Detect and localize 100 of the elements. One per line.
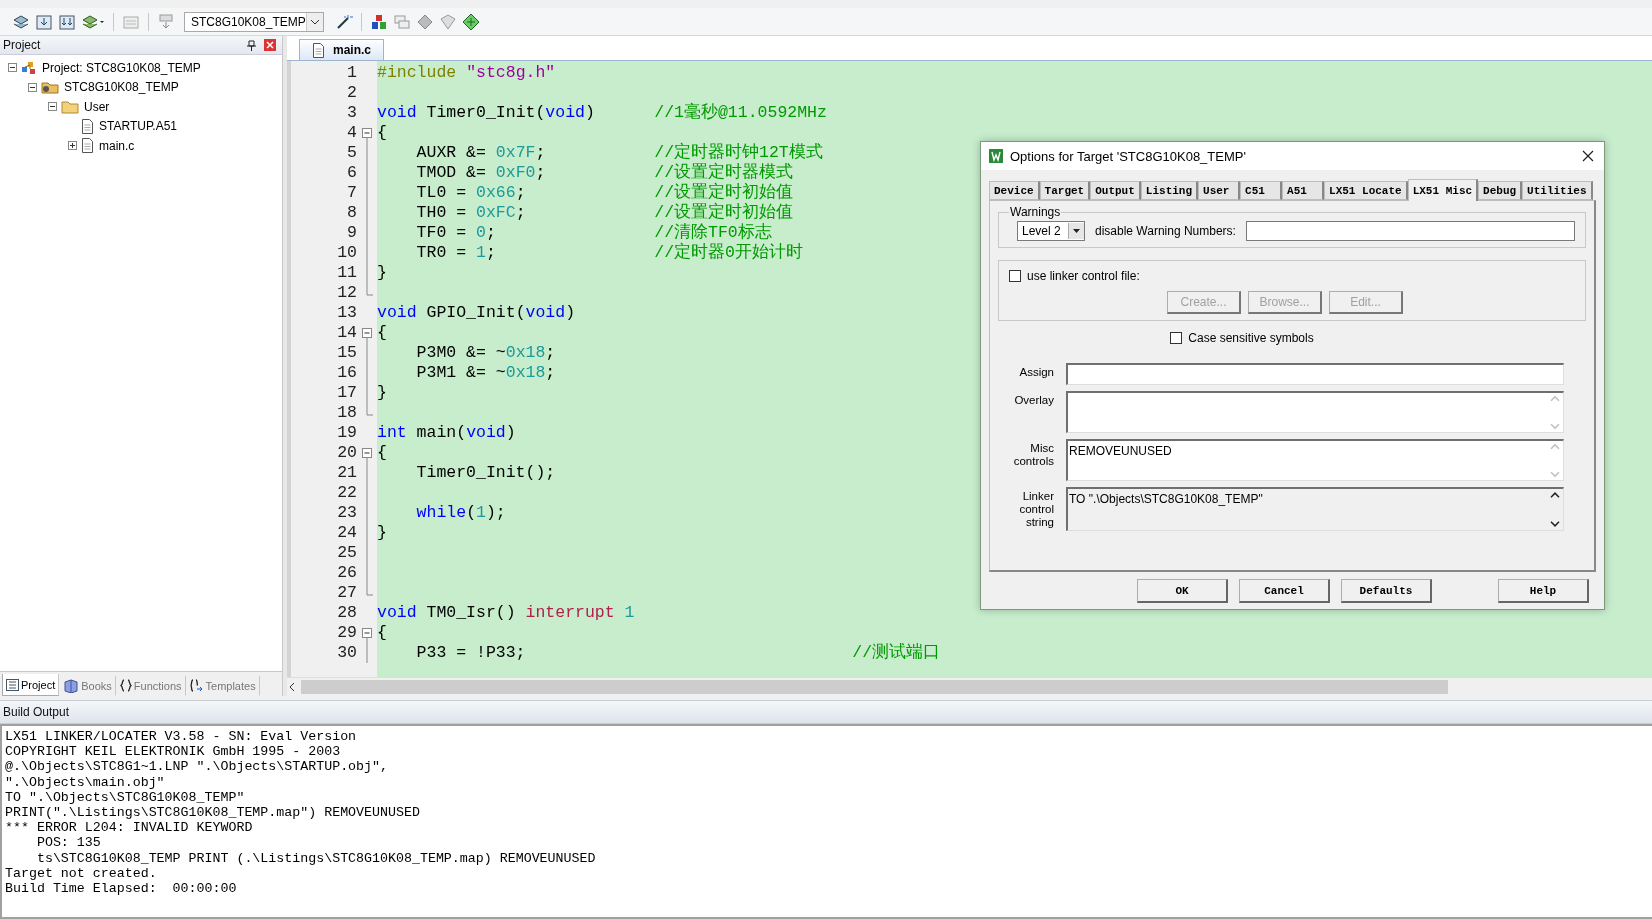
dialog-button[interactable]: Cancel [1239, 579, 1330, 603]
line-number: 16 [336, 363, 358, 383]
line-number: 4 [346, 123, 358, 143]
code-line: } [377, 523, 387, 543]
field-label: disable Warning Numbers: [1095, 224, 1236, 238]
dialog-tab[interactable]: Debug [1478, 181, 1523, 200]
dialog-tab[interactable]: A51 [1282, 181, 1325, 200]
line-number: 18 [336, 403, 358, 423]
list-icon [6, 678, 19, 691]
line-number: 15 [336, 343, 358, 363]
code-line: } [377, 263, 387, 283]
line-number: 5 [346, 143, 358, 163]
dialog-button[interactable]: Defaults [1341, 579, 1432, 603]
code-line: TH0 = 0xFC; //设置定时初始值 [415, 203, 794, 223]
code-line: TMOD &= 0xF0; //设置定时器模式 [415, 163, 794, 182]
tree-item[interactable]: STARTUP.A51 [97, 118, 180, 135]
pin-icon[interactable] [247, 39, 256, 51]
line-number: 25 [336, 543, 358, 563]
level-select[interactable]: Level 2 [1017, 221, 1085, 241]
checkbox[interactable] [1009, 270, 1021, 282]
line-number: 14 [336, 323, 358, 343]
code-line: TF0 = 0; //清除TF0标志 [415, 223, 772, 242]
line-number: 7 [346, 183, 358, 203]
dialog-button[interactable]: OK [1137, 579, 1228, 603]
horizontal-scrollbar[interactable] [287, 677, 1652, 696]
line-number: 1 [346, 63, 358, 83]
dialog-tab[interactable]: Output [1090, 181, 1141, 200]
dialog-tab[interactable]: Target [1039, 181, 1091, 200]
panel-tab[interactable]: Functions [115, 676, 186, 696]
line-number: 6 [346, 163, 358, 183]
code-line: void TM0_Isr() interrupt 1 [377, 603, 635, 623]
collapse-icon[interactable] [27, 82, 37, 92]
collapse-icon[interactable] [47, 102, 57, 112]
panel-title: Build Output [3, 705, 70, 719]
text-area[interactable]: REMOVEUNUSED [1066, 439, 1564, 481]
file-tab[interactable]: main.c [299, 39, 384, 60]
text-area[interactable] [1066, 391, 1564, 433]
panel-tab[interactable]: Books [59, 676, 116, 696]
dialog-button[interactable]: Help [1498, 579, 1589, 603]
close-icon[interactable] [1582, 150, 1594, 162]
output-line: *** ERROR L204: INVALID KEYWORD [5, 820, 253, 836]
file-icon [81, 138, 94, 154]
output-line: COPYRIGHT KEIL ELEKTRONIK GmbH 1995 - 2003 [5, 744, 341, 760]
line-number: 28 [336, 603, 358, 623]
line-number: 12 [336, 283, 358, 303]
dialog-tab[interactable]: User [1198, 181, 1241, 200]
output-line: Target not created. [5, 865, 157, 882]
target-select[interactable]: STC8G10K08_TEMP [184, 11, 324, 32]
output-line: @.\Objects\STC8G1~1.LNP ".\Objects\STARTUP.obj", [5, 759, 388, 775]
output-line: TO ".\Objects\STC8G10K08_TEMP" [5, 789, 245, 805]
download-icon[interactable] [35, 12, 53, 31]
code-line: P33 = !P33; //测试端口 [415, 643, 941, 663]
line-number: 13 [336, 303, 358, 323]
group-label: Warnings [1009, 205, 1062, 219]
checkbox[interactable] [1170, 332, 1183, 344]
line-number: 29 [336, 623, 358, 643]
code-line: void GPIO_Init(void) [377, 303, 576, 323]
line-number: 20 [336, 443, 358, 463]
panel-tab[interactable]: Templates [185, 676, 260, 696]
dialog-tab[interactable]: C51 [1240, 181, 1283, 200]
code-line: #include "stc8g.h" [377, 63, 556, 83]
grid-icon[interactable] [462, 12, 480, 31]
panel-tab[interactable]: Project [2, 674, 60, 696]
line-number: 22 [336, 483, 358, 503]
line-number: 26 [336, 563, 358, 583]
dialog-tab[interactable]: Utilities [1522, 181, 1593, 200]
template-icon [189, 679, 204, 692]
expand-icon[interactable] [67, 141, 77, 151]
file-icon [312, 42, 325, 58]
code-line: { [377, 623, 387, 643]
line-number: 27 [336, 583, 358, 603]
code-line: TL0 = 0x66; //设置定时初始值 [415, 183, 794, 202]
download-icon[interactable] [58, 12, 76, 31]
code-line: TR0 = 1; //定时器0开始计时 [415, 243, 803, 263]
output-line: LX51 LINKER/LOCATER V3.58 - SN: Eval Version [5, 729, 357, 745]
collapse-icon[interactable] [7, 63, 17, 73]
text-area[interactable]: TO ".\Objects\STC8G10K08_TEMP" [1066, 487, 1564, 531]
diamond-icon[interactable] [416, 12, 434, 31]
code-line: int main(void) [377, 423, 516, 443]
blocks-icon[interactable] [370, 12, 388, 31]
tree-item[interactable]: main.c [97, 137, 137, 154]
wand-icon[interactable] [335, 12, 353, 31]
folder-icon [41, 80, 59, 95]
code-line: { [377, 443, 387, 463]
dialog-tab[interactable]: Device [989, 181, 1040, 200]
caret-icon [306, 12, 323, 31]
code-line: AUXR &= 0x7F; //定时器时钟12T模式 [415, 143, 823, 162]
dialog-tab[interactable]: Listing [1140, 181, 1199, 200]
line-number: 3 [346, 103, 358, 123]
line-number: 19 [336, 423, 358, 443]
line-number: 30 [336, 643, 358, 663]
tree-item[interactable]: STC8G10K08_TEMP [62, 79, 181, 96]
dialog-tab[interactable]: LX51 Misc [1407, 179, 1479, 201]
code-line: { [377, 323, 387, 343]
input-field[interactable] [1066, 363, 1564, 385]
book-icon [63, 678, 80, 693]
dialog-tab[interactable]: LX51 Locate [1324, 181, 1408, 200]
tree-item[interactable]: User [82, 98, 112, 115]
tree-item[interactable]: Project: STC8G10K08_TEMP [40, 59, 203, 76]
input-field[interactable] [1245, 221, 1575, 241]
